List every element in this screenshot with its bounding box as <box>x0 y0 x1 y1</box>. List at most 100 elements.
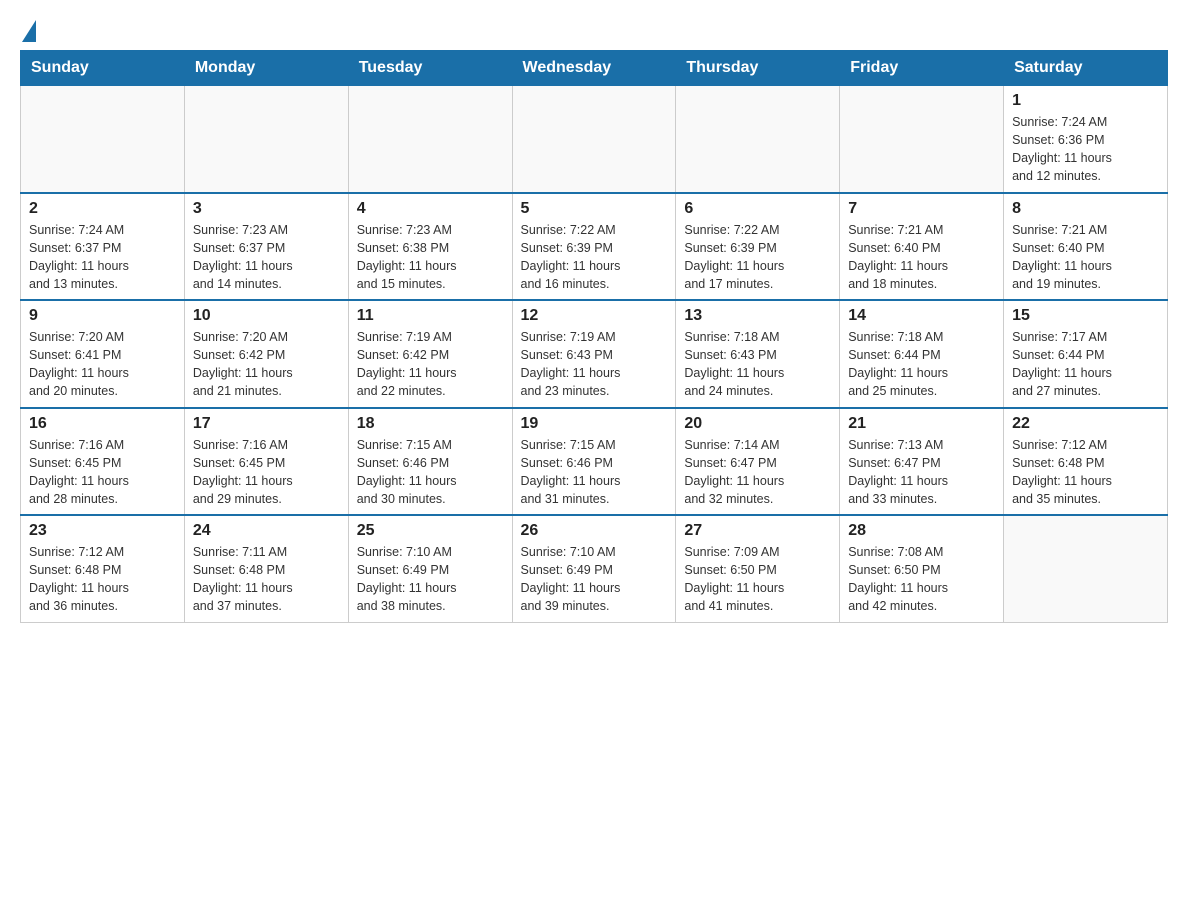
calendar-cell: 5Sunrise: 7:22 AM Sunset: 6:39 PM Daylig… <box>512 193 676 301</box>
day-number: 13 <box>684 307 831 325</box>
calendar-cell: 28 Sunrise: 7:08 AM Sunset: 6:50 PM Dayli… <box>840 515 1004 622</box>
calendar-cell: 14 Sunrise: 7:18 AM Sunset: 6:44 PM Dayli… <box>840 300 1004 408</box>
calendar-cell: 10 Sunrise: 7:20 AM Sunset: 6:42 PM Dayli… <box>184 300 348 408</box>
calendar-cell: 4 Sunrise: 7:23 AM Sunset: 6:38 PM Daylig… <box>348 193 512 301</box>
day-number: 7 <box>848 200 995 218</box>
calendar-header-wednesday: Wednesday <box>512 51 676 86</box>
day-info: Sunrise: 7:23 AM Sunset: 6:37 PM Dayligh… <box>193 221 340 294</box>
day-number: 21 <box>848 415 995 433</box>
day-info: Sunrise: 7:23 AM Sunset: 6:38 PM Dayligh… <box>357 221 504 294</box>
day-number: 28 <box>848 522 995 540</box>
day-number: 3 <box>193 200 340 218</box>
day-number: 1 <box>1012 92 1159 110</box>
day-number: 18 <box>357 415 504 433</box>
calendar-header-row: SundayMondayTuesdayWednesdayThursdayFrid… <box>21 51 1168 86</box>
calendar-table: SundayMondayTuesdayWednesdayThursdayFrid… <box>20 50 1168 623</box>
calendar-week-row: 16 Sunrise: 7:16 AM Sunset: 6:45 PM Dayli… <box>21 408 1168 516</box>
day-info: Sunrise: 7:12 AM Sunset: 6:48 PM Dayligh… <box>29 543 176 616</box>
logo-triangle-icon <box>22 20 36 42</box>
calendar-header-monday: Monday <box>184 51 348 86</box>
calendar-week-row: 1 Sunrise: 7:24 AM Sunset: 6:36 PM Daylig… <box>21 86 1168 193</box>
day-number: 6 <box>684 200 831 218</box>
day-info: Sunrise: 7:14 AM Sunset: 6:47 PM Dayligh… <box>684 436 831 509</box>
calendar-cell: 25 Sunrise: 7:10 AM Sunset: 6:49 PM Dayli… <box>348 515 512 622</box>
calendar-cell <box>512 86 676 193</box>
day-info: Sunrise: 7:16 AM Sunset: 6:45 PM Dayligh… <box>193 436 340 509</box>
calendar-cell: 23 Sunrise: 7:12 AM Sunset: 6:48 PM Dayli… <box>21 515 185 622</box>
calendar-header-sunday: Sunday <box>21 51 185 86</box>
day-info: Sunrise: 7:24 AM Sunset: 6:36 PM Dayligh… <box>1012 113 1159 186</box>
day-number: 24 <box>193 522 340 540</box>
day-number: 10 <box>193 307 340 325</box>
calendar-cell: 22 Sunrise: 7:12 AM Sunset: 6:48 PM Dayli… <box>1004 408 1168 516</box>
calendar-cell: 13 Sunrise: 7:18 AM Sunset: 6:43 PM Dayli… <box>676 300 840 408</box>
calendar-cell <box>348 86 512 193</box>
day-number: 4 <box>357 200 504 218</box>
day-info: Sunrise: 7:18 AM Sunset: 6:44 PM Dayligh… <box>848 328 995 401</box>
calendar-cell: 7 Sunrise: 7:21 AM Sunset: 6:40 PM Daylig… <box>840 193 1004 301</box>
calendar-week-row: 23 Sunrise: 7:12 AM Sunset: 6:48 PM Dayli… <box>21 515 1168 622</box>
calendar-cell <box>1004 515 1168 622</box>
day-number: 23 <box>29 522 176 540</box>
day-number: 17 <box>193 415 340 433</box>
calendar-cell: 19Sunrise: 7:15 AM Sunset: 6:46 PM Dayli… <box>512 408 676 516</box>
day-info: Sunrise: 7:13 AM Sunset: 6:47 PM Dayligh… <box>848 436 995 509</box>
day-number: 9 <box>29 307 176 325</box>
day-number: 8 <box>1012 200 1159 218</box>
calendar-week-row: 2 Sunrise: 7:24 AM Sunset: 6:37 PM Daylig… <box>21 193 1168 301</box>
calendar-cell: 27 Sunrise: 7:09 AM Sunset: 6:50 PM Dayli… <box>676 515 840 622</box>
day-info: Sunrise: 7:10 AM Sunset: 6:49 PM Dayligh… <box>357 543 504 616</box>
day-number: 5 <box>521 200 668 218</box>
day-number: 15 <box>1012 307 1159 325</box>
calendar-cell: 12 Sunrise: 7:19 AM Sunset: 6:43 PM Dayli… <box>512 300 676 408</box>
calendar-header-saturday: Saturday <box>1004 51 1168 86</box>
logo <box>20 20 36 40</box>
day-info: Sunrise: 7:20 AM Sunset: 6:41 PM Dayligh… <box>29 328 176 401</box>
calendar-cell: 17 Sunrise: 7:16 AM Sunset: 6:45 PM Dayli… <box>184 408 348 516</box>
calendar-cell: 1 Sunrise: 7:24 AM Sunset: 6:36 PM Daylig… <box>1004 86 1168 193</box>
calendar-cell: 9 Sunrise: 7:20 AM Sunset: 6:41 PM Daylig… <box>21 300 185 408</box>
day-info: Sunrise: 7:20 AM Sunset: 6:42 PM Dayligh… <box>193 328 340 401</box>
calendar-cell <box>840 86 1004 193</box>
day-number: 11 <box>357 307 504 325</box>
calendar-cell: 21 Sunrise: 7:13 AM Sunset: 6:47 PM Dayli… <box>840 408 1004 516</box>
day-number: 20 <box>684 415 831 433</box>
day-number: 12 <box>521 307 668 325</box>
calendar-cell <box>21 86 185 193</box>
day-info: Sunrise: 7:11 AM Sunset: 6:48 PM Dayligh… <box>193 543 340 616</box>
calendar-cell: 16 Sunrise: 7:16 AM Sunset: 6:45 PM Dayli… <box>21 408 185 516</box>
day-info: Sunrise: 7:19 AM Sunset: 6:42 PM Dayligh… <box>357 328 504 401</box>
page-header <box>20 20 1168 40</box>
day-info: Sunrise: 7:21 AM Sunset: 6:40 PM Dayligh… <box>848 221 995 294</box>
day-info: Sunrise: 7:08 AM Sunset: 6:50 PM Dayligh… <box>848 543 995 616</box>
calendar-week-row: 9 Sunrise: 7:20 AM Sunset: 6:41 PM Daylig… <box>21 300 1168 408</box>
day-number: 14 <box>848 307 995 325</box>
calendar-cell: 2 Sunrise: 7:24 AM Sunset: 6:37 PM Daylig… <box>21 193 185 301</box>
calendar-cell: 18 Sunrise: 7:15 AM Sunset: 6:46 PM Dayli… <box>348 408 512 516</box>
day-number: 25 <box>357 522 504 540</box>
day-info: Sunrise: 7:21 AM Sunset: 6:40 PM Dayligh… <box>1012 221 1159 294</box>
day-number: 2 <box>29 200 176 218</box>
day-number: 27 <box>684 522 831 540</box>
day-info: Sunrise: 7:16 AM Sunset: 6:45 PM Dayligh… <box>29 436 176 509</box>
day-info: Sunrise: 7:09 AM Sunset: 6:50 PM Dayligh… <box>684 543 831 616</box>
day-info: Sunrise: 7:15 AM Sunset: 6:46 PM Dayligh… <box>357 436 504 509</box>
day-number: 19 <box>521 415 668 433</box>
day-number: 16 <box>29 415 176 433</box>
day-info: Sunrise: 7:19 AM Sunset: 6:43 PM Dayligh… <box>521 328 668 401</box>
calendar-cell: 3 Sunrise: 7:23 AM Sunset: 6:37 PM Daylig… <box>184 193 348 301</box>
calendar-header-thursday: Thursday <box>676 51 840 86</box>
calendar-header-tuesday: Tuesday <box>348 51 512 86</box>
calendar-cell: 6 Sunrise: 7:22 AM Sunset: 6:39 PM Daylig… <box>676 193 840 301</box>
calendar-cell: 24 Sunrise: 7:11 AM Sunset: 6:48 PM Dayli… <box>184 515 348 622</box>
day-info: Sunrise: 7:18 AM Sunset: 6:43 PM Dayligh… <box>684 328 831 401</box>
calendar-cell: 26Sunrise: 7:10 AM Sunset: 6:49 PM Dayli… <box>512 515 676 622</box>
calendar-cell <box>676 86 840 193</box>
calendar-cell: 15Sunrise: 7:17 AM Sunset: 6:44 PM Dayli… <box>1004 300 1168 408</box>
calendar-cell: 8 Sunrise: 7:21 AM Sunset: 6:40 PM Daylig… <box>1004 193 1168 301</box>
day-number: 22 <box>1012 415 1159 433</box>
calendar-cell: 20 Sunrise: 7:14 AM Sunset: 6:47 PM Dayli… <box>676 408 840 516</box>
day-info: Sunrise: 7:22 AM Sunset: 6:39 PM Dayligh… <box>684 221 831 294</box>
day-info: Sunrise: 7:12 AM Sunset: 6:48 PM Dayligh… <box>1012 436 1159 509</box>
day-info: Sunrise: 7:24 AM Sunset: 6:37 PM Dayligh… <box>29 221 176 294</box>
